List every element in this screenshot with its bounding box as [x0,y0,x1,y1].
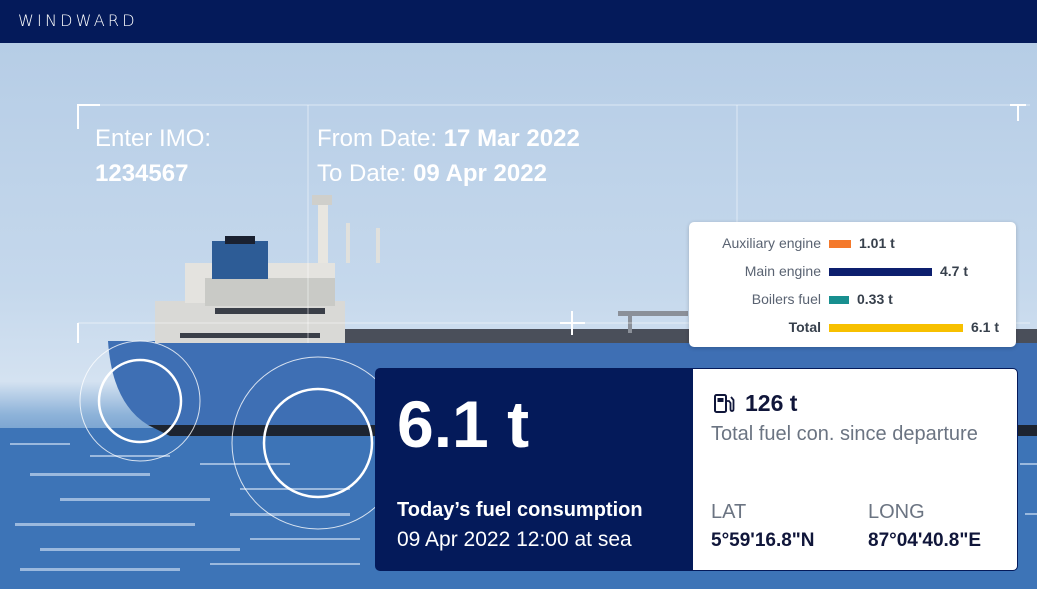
today-consumption-timestamp: 09 Apr 2022 12:00 at sea [397,528,632,551]
breakdown-value: 6.1 t [971,319,1000,335]
to-date-value: 09 Apr 2022 [413,160,547,187]
from-date[interactable]: From Date: 17 Mar 2022 [317,125,580,153]
long-label: LONG [868,501,925,523]
today-consumption-title: Today’s fuel consumption [397,499,643,521]
breakdown-label: Main engine [744,263,821,279]
breakdown-bar [829,296,849,304]
to-date[interactable]: To Date: 09 Apr 2022 [317,160,547,188]
breakdown-bar [829,240,851,248]
to-date-label: To Date: [317,160,407,187]
imo-value[interactable]: 1234567 [95,160,188,188]
total-fuel-label: Total fuel con. since departure [711,423,978,445]
breakdown-bar [829,324,963,332]
breakdown-label: Auxiliary engine [722,235,821,251]
from-date-label: From Date: [317,125,438,152]
lat-value: 5°59'16.8"N [711,530,815,551]
breakdown-value: 1.01 t [859,235,895,251]
breakdown-value: 0.33 t [857,291,893,307]
total-fuel-value: 126 t [745,390,798,416]
breakdown-label: Total [788,319,821,335]
today-consumption-panel: 6.1 t Today’s fuel consumption 09 Apr 20… [375,368,693,571]
fuel-breakdown-card: Auxiliary engine 1.01 t Main engine 4.7 … [689,222,1016,347]
today-consumption-value: 6.1 t [397,387,530,461]
breakdown-value: 4.7 t [940,263,969,279]
breakdown-label: Boilers fuel [751,291,821,307]
fuel-pump-icon [713,393,735,420]
long-value: 87°04'40.8"E [868,530,982,551]
from-date-value: 17 Mar 2022 [443,125,580,152]
lat-label: LAT [711,501,747,523]
top-bar: WINDWARD [0,0,1037,43]
voyage-info-panel: 126 t Total fuel con. since departure LA… [692,368,1018,571]
imo-label: Enter IMO: [95,125,212,152]
windward-logo: WINDWARD [18,11,138,30]
breakdown-bar [829,268,932,276]
